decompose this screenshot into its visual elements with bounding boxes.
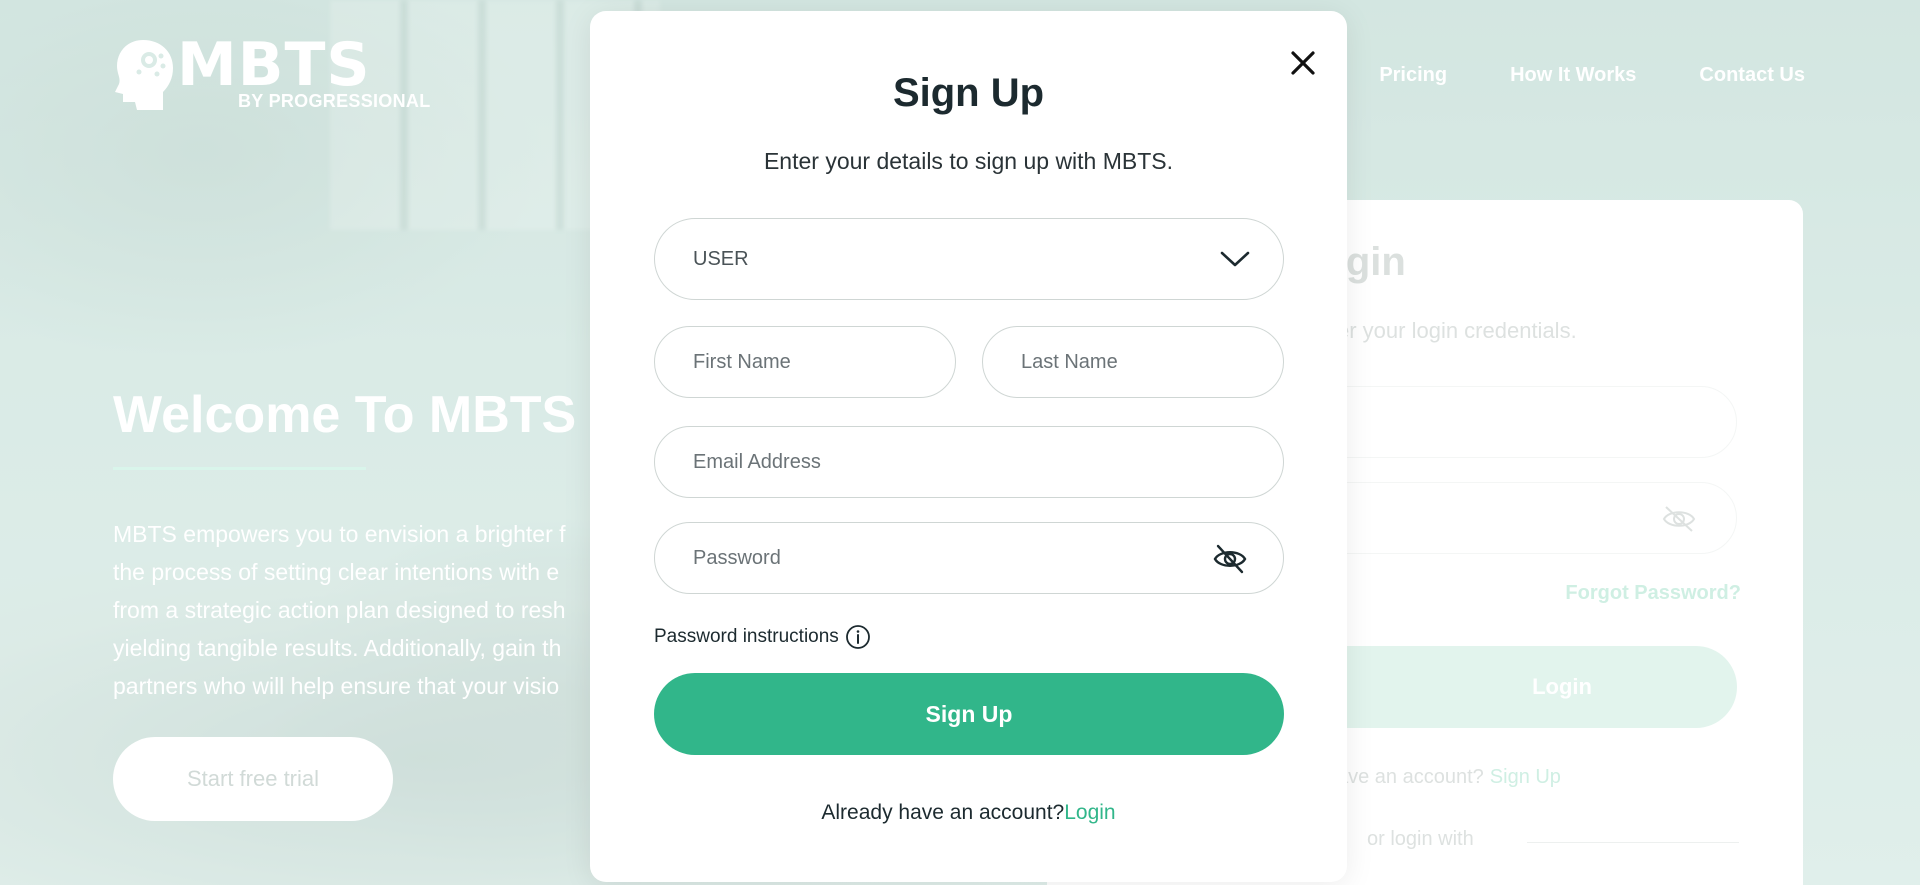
modal-title: Sign Up (892, 71, 1045, 115)
signup-modal: Sign Up Enter your details to sign up wi… (590, 11, 1347, 882)
last-name-field[interactable] (982, 326, 1284, 398)
chevron-down-icon (1220, 251, 1250, 267)
password-instructions-label: Password instructions (654, 626, 839, 647)
eye-off-icon[interactable] (1213, 543, 1247, 575)
signup-submit-button[interactable]: Sign Up (654, 673, 1284, 755)
already-account-text: Already have an account? (821, 801, 1065, 824)
last-name-input[interactable] (1021, 350, 1231, 374)
email-input[interactable] (693, 450, 1165, 474)
email-field[interactable] (654, 426, 1284, 498)
info-icon[interactable] (845, 624, 871, 650)
first-name-input[interactable] (693, 350, 903, 374)
password-instructions: Password instructions (654, 624, 871, 650)
login-link[interactable]: Login (1064, 801, 1115, 824)
first-name-field[interactable] (654, 326, 956, 398)
modal-subtitle: Enter your details to sign up with MBTS. (763, 148, 1174, 174)
password-input[interactable] (693, 546, 1165, 570)
role-select[interactable]: USER (654, 218, 1284, 300)
role-select-value: USER (693, 247, 749, 270)
modal-footer: Already have an account?Login (590, 801, 1347, 825)
password-field[interactable] (654, 522, 1284, 594)
